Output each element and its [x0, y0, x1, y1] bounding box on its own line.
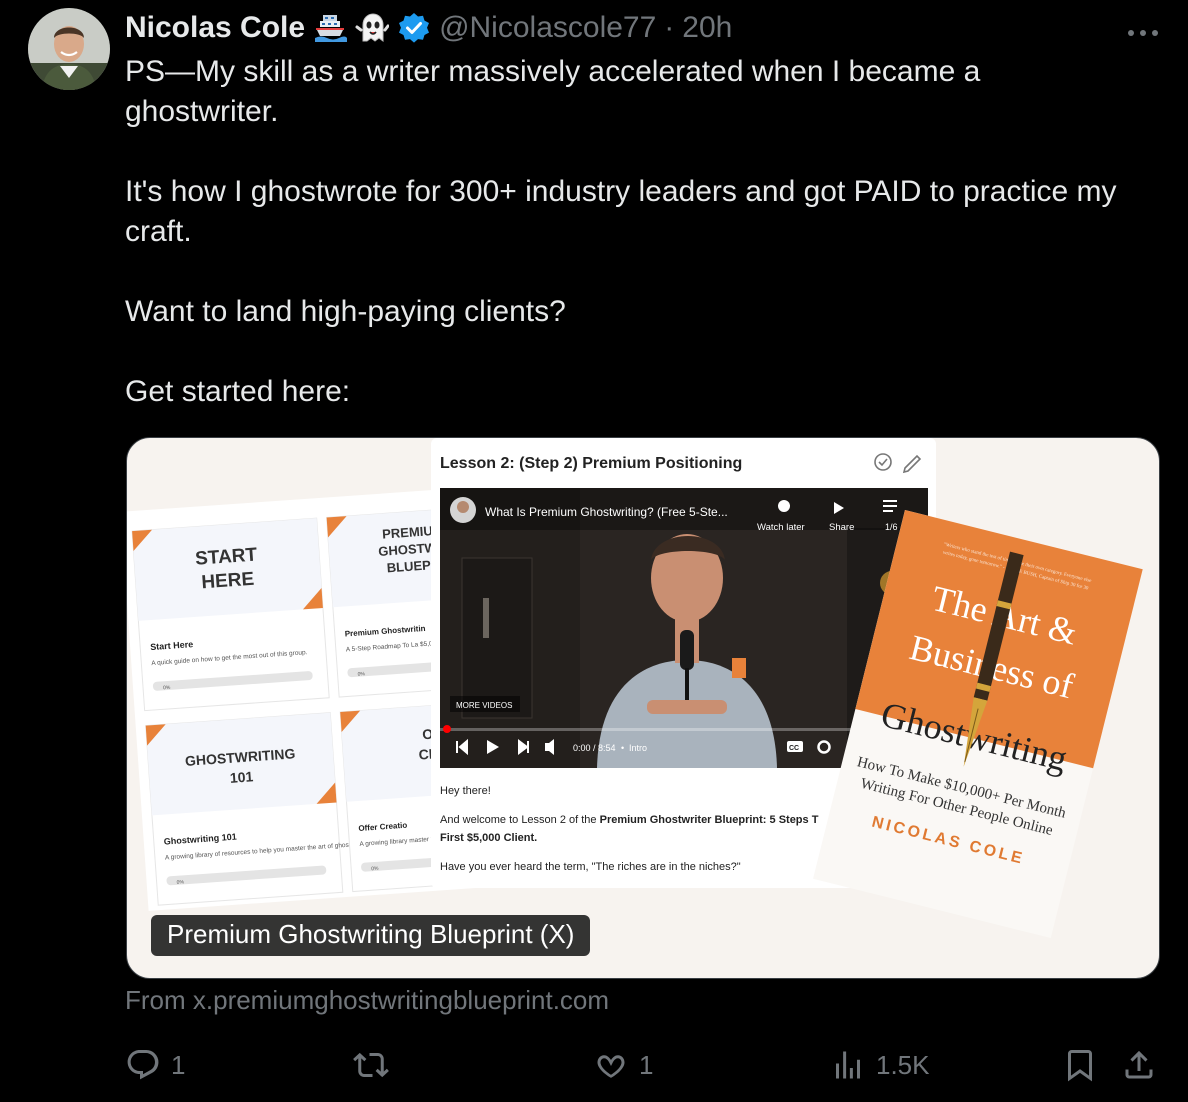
bookmark-icon: [1068, 1050, 1092, 1082]
avatar-photo: [28, 8, 110, 90]
tile-progress: 0%: [371, 866, 379, 873]
views-count: 1.5K: [876, 1049, 930, 1080]
share-button[interactable]: [1121, 1040, 1157, 1090]
ship-emoji-icon: [315, 15, 348, 42]
timestamp[interactable]: 20h: [682, 11, 732, 45]
lesson-title: Lesson 2: (Step 2) Premium Positioning: [440, 455, 742, 472]
tweet-actions-bar: 1 1 1.5K: [125, 1040, 1165, 1090]
watch-later-label: Watch later: [757, 522, 805, 533]
share-label: Share: [829, 522, 854, 533]
author-name[interactable]: Nicolas Cole: [125, 11, 305, 45]
link-preview-card[interactable]: START HERE Start Here A quick guide on h…: [126, 437, 1160, 979]
retweet-icon: [353, 1052, 389, 1078]
reply-count: 1: [171, 1049, 186, 1080]
tile-progress: 0%: [177, 879, 185, 886]
card-domain[interactable]: From x.premiumghostwritingblueprint.com: [125, 985, 609, 1016]
tweet-paragraph: PS—My skill as a writer massively accele…: [125, 55, 981, 128]
watch-later-icon: [778, 500, 790, 512]
tile-title: 101: [229, 768, 254, 786]
tweet-paragraph: Get started here:: [125, 375, 351, 408]
tweet-text: PS—My skill as a writer massively accele…: [125, 52, 1165, 412]
ghost-emoji-icon: [355, 13, 390, 42]
video-title: What Is Premium Ghostwriting? (Free 5-St…: [485, 505, 728, 519]
reply-icon: [127, 1050, 159, 1080]
retweet-button[interactable]: [353, 1040, 399, 1090]
microphone: [680, 630, 694, 670]
lesson-line: Have you ever heard the term, "The riche…: [440, 861, 741, 873]
tweet-header: Nicolas Cole @Nicolascole77 · 20h: [125, 6, 732, 50]
avatar[interactable]: [28, 8, 110, 90]
card-title-label: Premium Ghostwriting Blueprint (X): [151, 915, 591, 956]
tile-title: HERE: [201, 569, 255, 594]
share-icon: [1125, 1050, 1153, 1079]
lesson-greeting: Hey there!: [440, 785, 491, 797]
tweet-paragraph: It's how I ghostwrote for 300+ industry …: [125, 175, 1117, 248]
views-button[interactable]: 1.5K: [830, 1040, 930, 1090]
svg-text:CC: CC: [789, 745, 799, 752]
separator-dot: ·: [664, 11, 675, 44]
lesson-line: And welcome to Lesson 2 of the Premium G…: [440, 814, 819, 826]
tile-progress: 0%: [163, 685, 171, 692]
playlist-count: 1/6: [885, 522, 898, 532]
bookmark-button[interactable]: [1062, 1040, 1098, 1090]
tile-start-here: START HERE Start Here A quick guide on h…: [131, 517, 330, 712]
video-progress-dot: [443, 725, 451, 733]
video-time: 0:00 / 8:54: [573, 743, 616, 753]
tweet-paragraph: Want to land high-paying clients?: [125, 295, 566, 328]
reply-button[interactable]: 1: [125, 1040, 185, 1090]
card-image: START HERE Start Here A quick guide on h…: [127, 438, 1143, 939]
verified-badge-icon[interactable]: [397, 11, 431, 45]
like-icon: [597, 1055, 625, 1078]
author-handle[interactable]: @Nicolascole77: [439, 11, 656, 45]
more-options-icon[interactable]: [1126, 12, 1160, 46]
like-button[interactable]: 1: [593, 1040, 653, 1090]
views-icon: [836, 1051, 860, 1079]
tile-title: START: [195, 544, 259, 569]
lesson-line: First $5,000 Client.: [440, 832, 537, 844]
video-chapter: Intro: [629, 743, 647, 753]
like-count: 1: [639, 1049, 654, 1080]
svg-text:•: •: [621, 743, 624, 753]
more-videos-label: MORE VIDEOS: [456, 701, 512, 710]
tile-progress: 0%: [357, 671, 365, 678]
